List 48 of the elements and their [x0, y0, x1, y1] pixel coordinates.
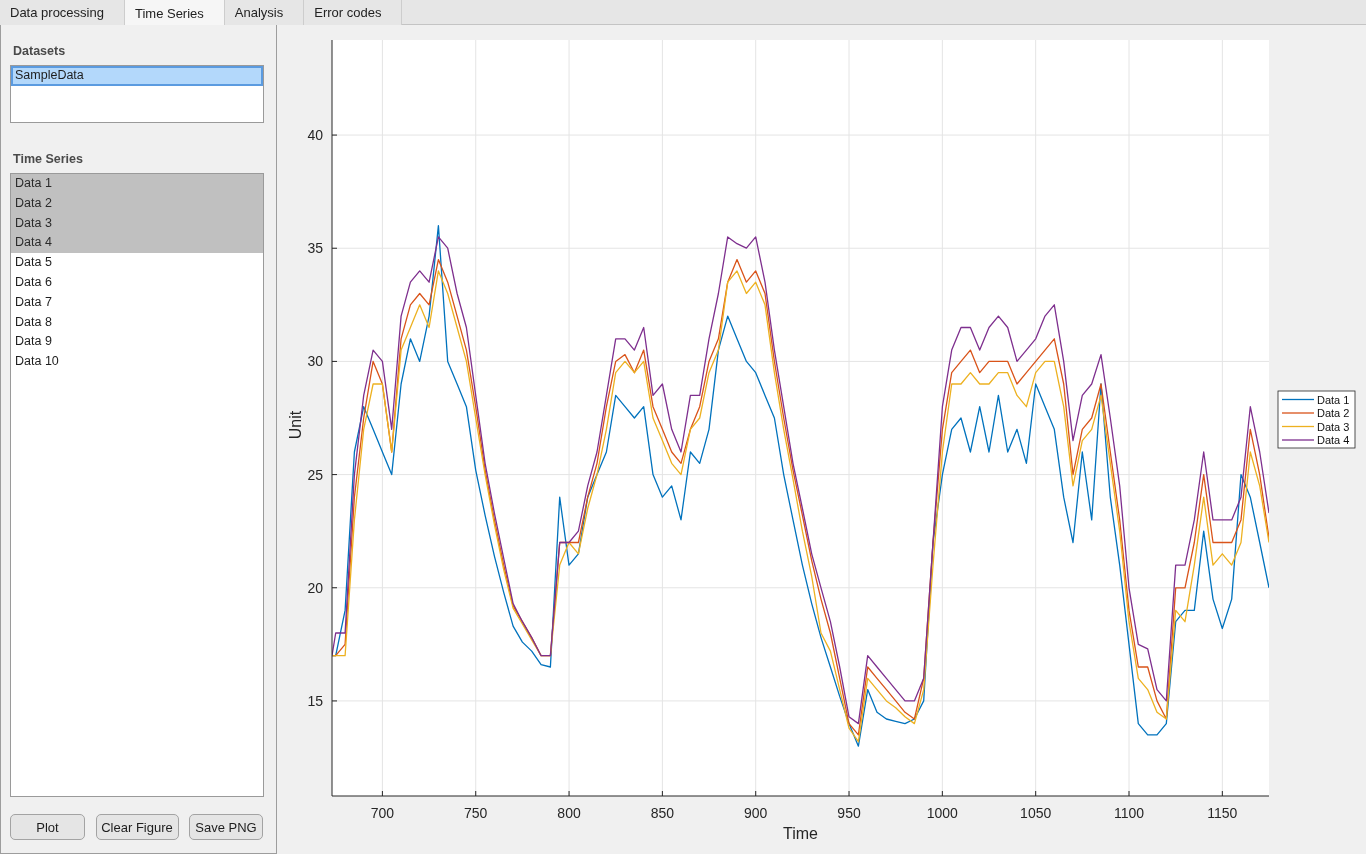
legend-label: Data 3 [1317, 420, 1350, 433]
tab[interactable]: Analysis [224, 0, 305, 25]
legend-label: Data 1 [1317, 393, 1350, 406]
list-item[interactable]: Data 5 [11, 253, 263, 273]
x-tick-label: 950 [837, 805, 861, 821]
x-tick-label: 750 [464, 805, 488, 821]
action-button[interactable]: Save PNG [189, 814, 263, 840]
tab[interactable]: Data processing [0, 0, 125, 25]
list-item[interactable]: SampleData [11, 66, 263, 86]
action-button[interactable]: Clear Figure [95, 814, 179, 840]
legend-label: Data 4 [1317, 434, 1350, 446]
x-axis-title: Time [783, 825, 818, 842]
list-item[interactable]: Data 3 [11, 213, 263, 234]
tab[interactable]: Time Series [124, 0, 225, 26]
time-series-listbox[interactable]: Data 1 Data 2 Data 3 Data 4 Data 5 Data 6 Data 7 Data 8 Data 9 Data 10 [10, 173, 264, 797]
list-item[interactable]: Data 10 [11, 352, 263, 372]
section-label: Time Series [13, 152, 83, 166]
dataset-listbox[interactable]: SampleData [10, 65, 264, 123]
y-tick-label: 30 [307, 353, 323, 370]
y-axis-title: Unit [287, 410, 304, 440]
list-item[interactable]: Data 7 [11, 292, 263, 313]
list-item[interactable]: Data 6 [11, 273, 263, 293]
section-label: Datasets [13, 44, 66, 58]
legend-line-icon [1281, 425, 1315, 428]
y-tick-label: 25 [307, 466, 323, 483]
x-tick-label: 700 [370, 805, 395, 821]
legend-line-icon [1281, 439, 1315, 441]
x-tick-label: 900 [744, 805, 768, 821]
list-item[interactable]: Data 4 [11, 233, 263, 254]
x-tick-label: 1050 [1020, 805, 1052, 821]
y-tick-label: 40 [307, 127, 323, 144]
tab[interactable]: Error codes [304, 0, 403, 25]
list-item[interactable]: Data 2 [11, 193, 263, 214]
list-item[interactable]: Data 1 [11, 174, 263, 194]
action-button[interactable]: Plot [10, 814, 85, 840]
y-tick-label: 20 [307, 579, 323, 596]
legend-label: Data 2 [1317, 407, 1350, 419]
x-tick-label: 1000 [926, 805, 958, 821]
x-tick-label: 1100 [1113, 805, 1145, 821]
list-item[interactable]: Data 9 [11, 332, 263, 353]
legend-line-icon [1281, 398, 1315, 401]
y-tick-label: 15 [307, 692, 323, 709]
y-tick-label: 35 [307, 240, 323, 257]
legend-line-icon [1281, 412, 1315, 414]
x-tick-label: 850 [650, 805, 675, 821]
list-item[interactable]: Data 8 [11, 312, 263, 333]
x-tick-label: 800 [557, 805, 581, 821]
x-tick-label: 1150 [1207, 805, 1238, 821]
